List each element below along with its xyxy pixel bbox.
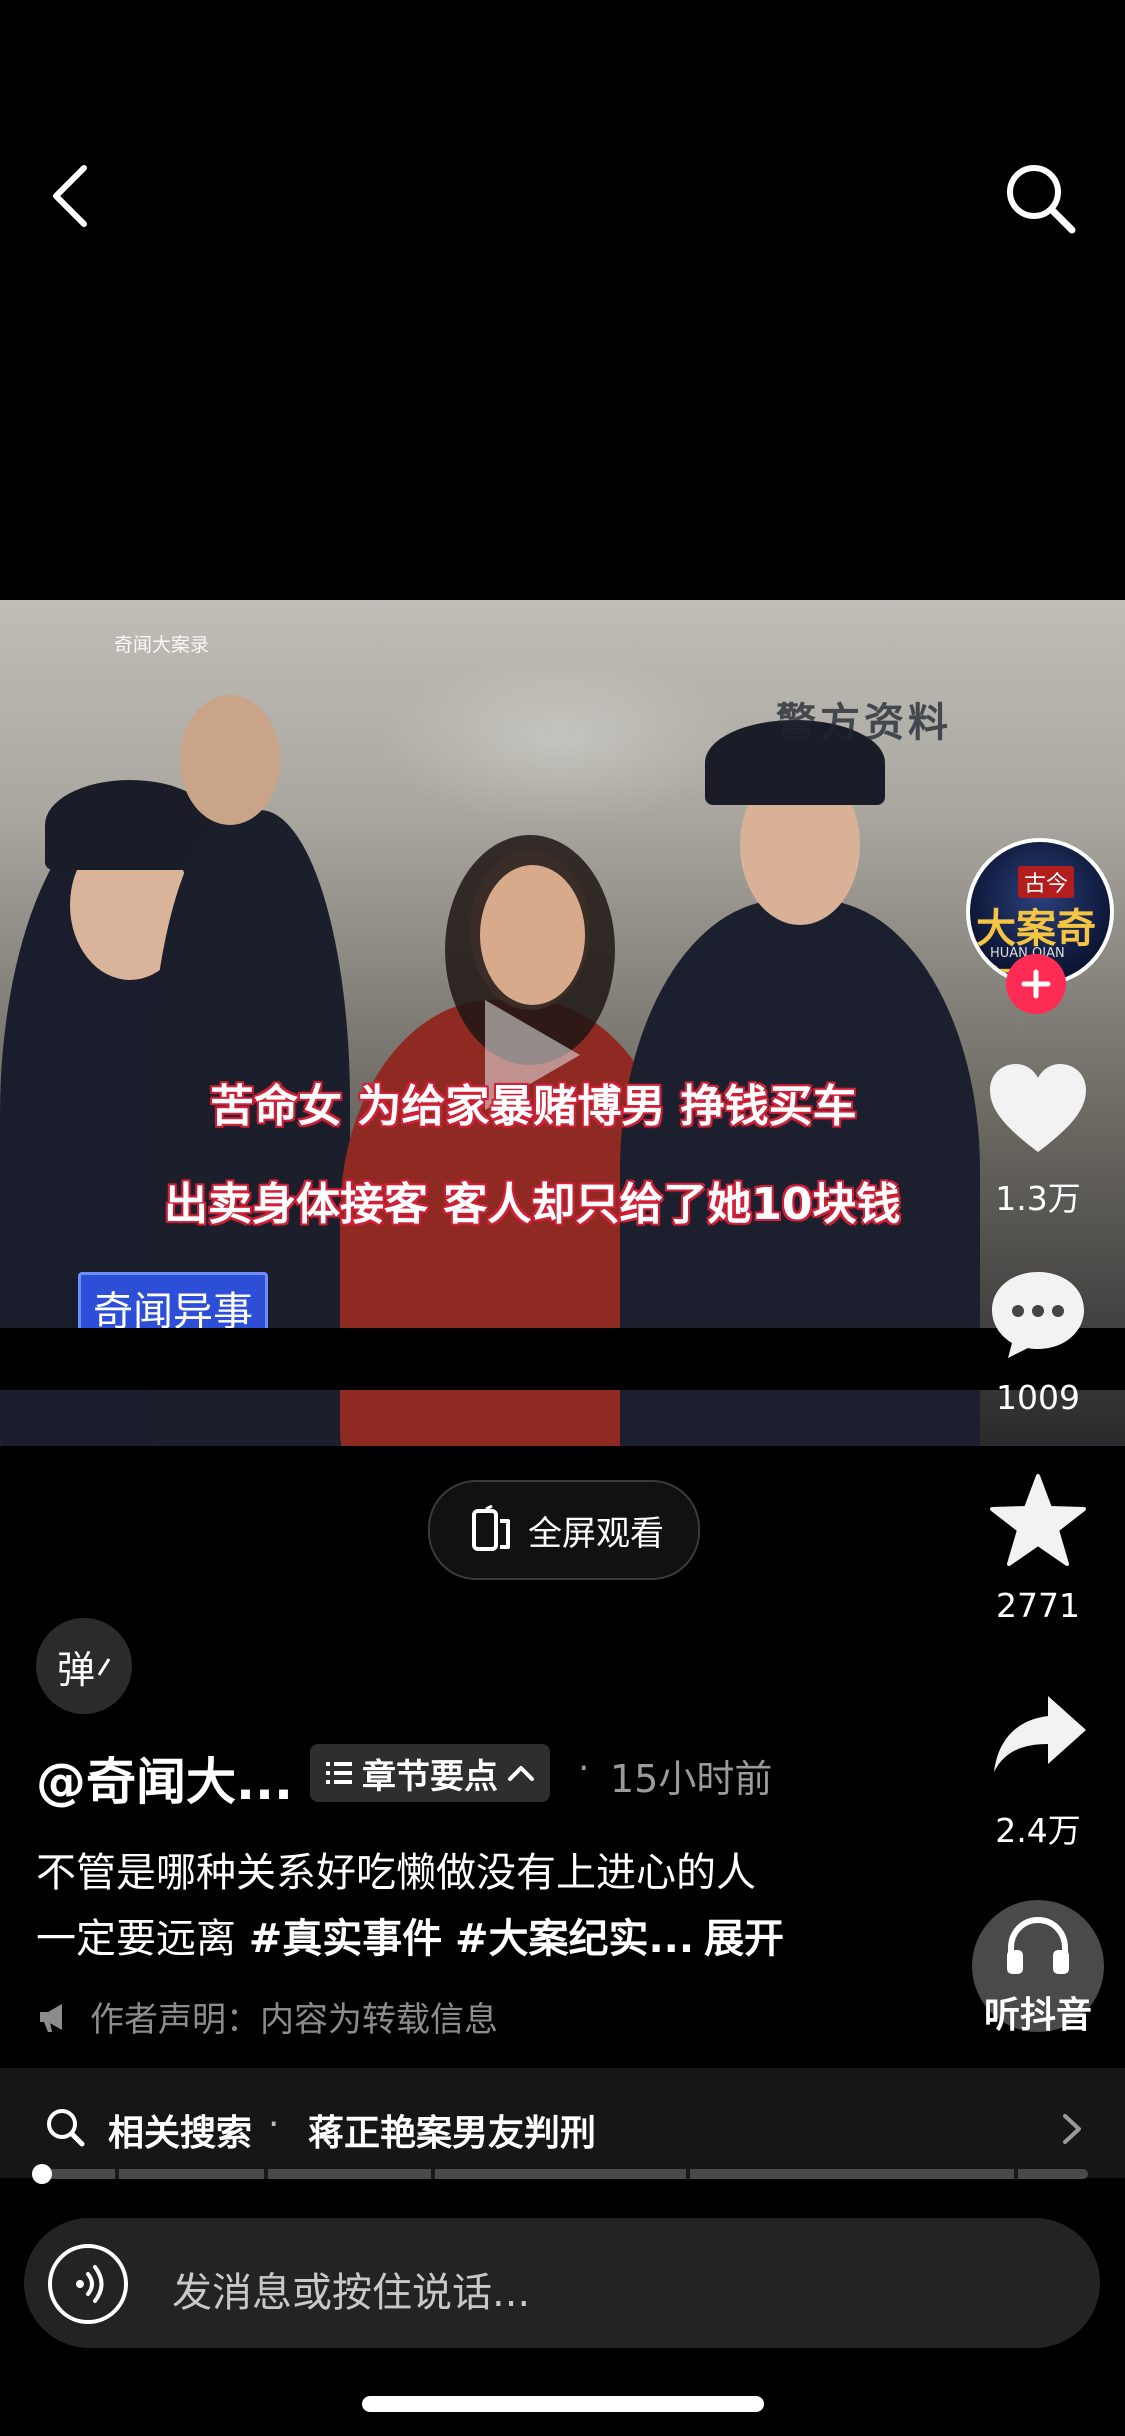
message-input[interactable]: 发消息或按住说话...	[172, 2260, 530, 2318]
listen-label: 听抖音	[983, 1995, 1092, 2036]
voice-button[interactable]	[48, 2244, 128, 2324]
hashtag-link[interactable]: #大案纪实...	[455, 1916, 694, 1962]
like-icon[interactable]	[986, 1060, 1090, 1156]
back-button[interactable]	[44, 160, 100, 232]
chapter-button[interactable]: 章节要点	[310, 1744, 550, 1802]
danmaku-slash-icon	[97, 1658, 111, 1676]
chevron-up-icon	[508, 1766, 534, 1781]
source-watermark: 警方资料	[776, 700, 952, 746]
related-search-label: 相关搜索	[108, 2113, 253, 2154]
search-button[interactable]	[1000, 158, 1084, 242]
subtitle-line-2: 出卖身体接客 客人却只给了她10块钱	[164, 1179, 901, 1230]
related-search-dot: ·	[268, 2104, 280, 2145]
danmaku-toggle[interactable]: 弹	[36, 1618, 132, 1714]
danmaku-label: 弹	[56, 1647, 95, 1692]
fullscreen-button[interactable]: 全屏观看	[428, 1480, 700, 1580]
author-name[interactable]: @奇闻大...	[36, 1742, 293, 1814]
chevron-right-icon	[1063, 2114, 1081, 2144]
author-declaration: 作者声明：内容为转载信息	[36, 1992, 498, 2041]
rotate-screen-icon	[472, 1505, 510, 1551]
chapter-mark	[686, 2169, 691, 2179]
fullscreen-label: 全屏观看	[528, 1513, 664, 1554]
chapter-mark	[264, 2169, 269, 2179]
declaration-text: 作者声明：内容为转载信息	[90, 2000, 498, 2040]
subtitle-line-1: 苦命女 为给家暴赌博男 挣钱买车	[210, 1081, 857, 1132]
video-progress-bar[interactable]	[36, 2169, 1088, 2179]
video-black-bar	[0, 1328, 1125, 1390]
video-player[interactable]: 奇闻大案录 警方资料 苦命女 为给家暴赌博男 挣钱买车 出卖身体接客 客人却只给…	[0, 600, 1125, 1446]
chapter-mark	[1014, 2169, 1019, 2179]
post-time: 15小时前	[610, 1757, 773, 1801]
caption-line-1: 不管是哪种关系好吃懒做没有上进心的人	[36, 1850, 756, 1896]
caption-line-2: 一定要远离 #真实事件 #大案纪实... 展开	[36, 1906, 784, 1964]
chapter-mark	[114, 2169, 119, 2179]
headphones-icon	[1007, 1916, 1069, 1974]
related-search-query[interactable]: 蒋正艳案男友判刑	[308, 2104, 596, 2156]
caption-text: 一定要远离	[36, 1916, 249, 1962]
favorite-count: 2771	[996, 1586, 1080, 1625]
avatar-text-top: 古今	[1018, 866, 1075, 898]
chevron-left-icon	[53, 165, 87, 227]
like-count: 1.3万	[995, 1179, 1081, 1218]
hashtag-link[interactable]: #真实事件	[249, 1916, 443, 1962]
home-indicator	[362, 2396, 764, 2412]
comment-count: 1009	[996, 1378, 1080, 1417]
plus-icon	[1021, 969, 1051, 999]
search-icon	[47, 2109, 85, 2147]
megaphone-icon	[40, 2003, 62, 2032]
scene-face-center	[480, 865, 585, 1005]
sound-wave-icon	[76, 2265, 104, 2303]
search-icon	[1007, 165, 1076, 234]
meta-separator: ·	[578, 1748, 590, 1789]
scene-head-back	[180, 695, 280, 825]
list-icon	[326, 1762, 352, 1784]
favorite-star-icon[interactable]	[988, 1472, 1088, 1568]
comment-icon[interactable]	[988, 1266, 1088, 1362]
share-arrow-icon[interactable]	[990, 1692, 1090, 1776]
follow-button[interactable]	[1006, 954, 1066, 1014]
expand-button[interactable]: 展开	[704, 1916, 784, 1962]
channel-watermark: 奇闻大案录	[114, 634, 210, 656]
chapter-mark	[430, 2169, 435, 2179]
share-count: 2.4万	[995, 1811, 1081, 1850]
progress-thumb[interactable]	[32, 2164, 52, 2184]
chapter-label: 章节要点	[362, 1756, 498, 1797]
